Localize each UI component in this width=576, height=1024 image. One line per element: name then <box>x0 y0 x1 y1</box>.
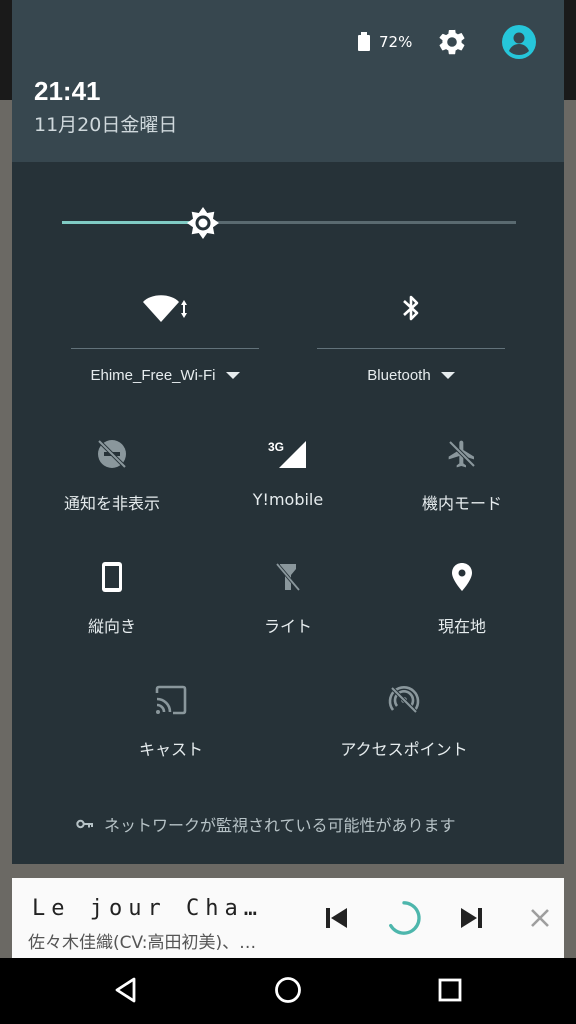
bluetooth-icon <box>403 295 419 321</box>
bluetooth-tile[interactable]: Bluetooth <box>316 288 506 384</box>
navigation-bar <box>0 958 576 1024</box>
key-icon <box>76 819 93 829</box>
network-monitoring-notice[interactable]: ネットワークが監視されている可能性があります <box>76 812 456 836</box>
screen: 72% 21:41 11月20日金曜日 Ehime_Free_Wi-Fi Blu… <box>0 0 576 1024</box>
skip-next-icon <box>461 908 482 928</box>
back-button[interactable] <box>108 972 144 1008</box>
airplane-mode-label: 機内モード <box>421 494 502 513</box>
wifi-ssid: Ehime_Free_Wi-Fi <box>90 367 216 384</box>
dnd-tile[interactable]: 通知を非表示 <box>24 434 200 514</box>
battery-indicator: 72% <box>358 32 412 51</box>
phone-portrait-icon <box>102 562 122 592</box>
previous-track-button[interactable] <box>318 900 354 936</box>
wifi-divider <box>71 348 259 349</box>
hotspot-label: アクセスポイント <box>340 740 468 759</box>
network-monitoring-text: ネットワークが監視されている可能性があります <box>104 816 456 835</box>
cellular-signal-icon: 3G <box>268 440 306 468</box>
settings-gear-icon[interactable] <box>436 26 468 58</box>
flashlight-off-icon <box>275 562 301 592</box>
media-notification[interactable]: Le jour Cha… 佐々木佳織(CV:高田初美)、… <box>12 878 564 958</box>
location-label: 現在地 <box>437 617 486 636</box>
home-button[interactable] <box>270 972 306 1008</box>
back-triangle-icon <box>115 977 136 1003</box>
wifi-tile[interactable]: Ehime_Free_Wi-Fi <box>70 288 260 384</box>
cast-label: キャスト <box>138 740 203 759</box>
airplane-icon <box>448 440 476 468</box>
recents-square-icon <box>438 978 462 1002</box>
hotspot-tile[interactable]: アクセスポイント <box>316 680 492 760</box>
airplane-mode-tile[interactable]: 機内モード <box>374 434 550 514</box>
chevron-down-icon <box>440 372 455 379</box>
location-pin-icon <box>452 563 472 591</box>
wifi-icon <box>143 295 187 322</box>
bluetooth-label: Bluetooth <box>367 367 431 384</box>
wifi-ssid-dropdown[interactable]: Ehime_Free_Wi-Fi <box>70 367 260 384</box>
rotation-tile[interactable]: 縦向き <box>24 557 200 637</box>
user-avatar-icon[interactable] <box>501 24 537 60</box>
battery-icon <box>358 32 370 51</box>
recents-button[interactable] <box>432 972 468 1008</box>
next-track-button[interactable] <box>454 900 490 936</box>
brightness-fill <box>62 221 203 224</box>
loading-indicator <box>386 900 422 936</box>
dnd-label: 通知を非表示 <box>63 494 160 513</box>
flashlight-tile[interactable]: ライト <box>200 557 376 637</box>
mobile-data-label: Y!mobile <box>252 490 324 509</box>
location-tile[interactable]: 現在地 <box>374 557 550 637</box>
media-title: Le jour Cha… <box>32 896 263 921</box>
mobile-data-tile[interactable]: 3G Y!mobile <box>200 434 376 509</box>
brightness-slider[interactable] <box>62 205 516 241</box>
cast-tile[interactable]: キャスト <box>83 680 259 760</box>
hotspot-off-icon <box>388 686 420 714</box>
bluetooth-divider <box>317 348 505 349</box>
chevron-down-icon <box>225 372 240 379</box>
do-not-disturb-off-icon <box>97 439 127 469</box>
skip-previous-icon <box>326 908 347 928</box>
rotation-label: 縦向き <box>87 617 136 636</box>
home-circle-icon <box>275 977 301 1003</box>
dismiss-button[interactable] <box>522 900 558 936</box>
clock-time: 21:41 <box>34 76 101 106</box>
loading-spinner-icon <box>389 901 421 935</box>
close-icon <box>531 909 549 927</box>
quick-settings-header: 72% 21:41 11月20日金曜日 <box>12 0 564 162</box>
flashlight-label: ライト <box>263 617 312 636</box>
battery-percent: 72% <box>379 32 413 51</box>
network-type-badge: 3G <box>268 440 284 454</box>
quick-settings-panel: 72% 21:41 11月20日金曜日 Ehime_Free_Wi-Fi Blu… <box>12 0 564 864</box>
media-artist: 佐々木佳織(CV:高田初美)、… <box>28 933 257 953</box>
cast-icon <box>155 685 187 715</box>
bluetooth-dropdown[interactable]: Bluetooth <box>316 367 506 384</box>
brightness-icon[interactable] <box>185 205 221 241</box>
clock-date: 11月20日金曜日 <box>34 114 178 136</box>
